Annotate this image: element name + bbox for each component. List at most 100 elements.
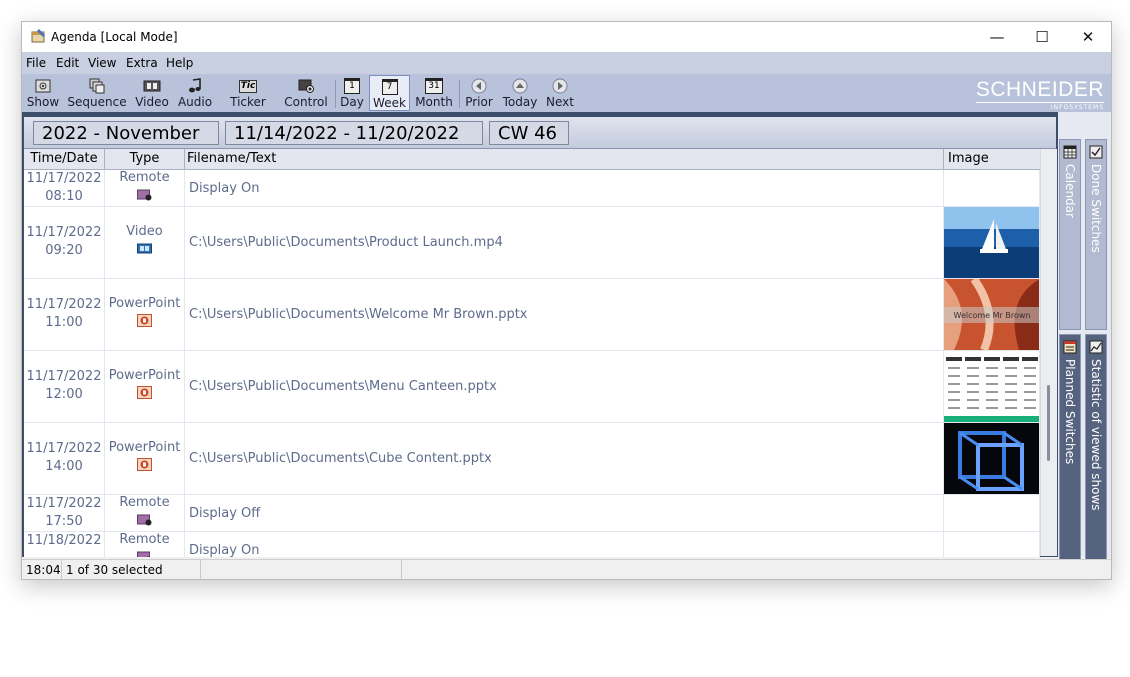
show-button[interactable]: Show	[25, 75, 61, 111]
type-cell: Video	[105, 207, 185, 278]
type-cell: PowerPoint	[105, 351, 185, 422]
column-image[interactable]: Image	[944, 149, 1040, 169]
sequence-button[interactable]: Sequence	[66, 75, 128, 111]
week-label: Week	[373, 96, 406, 110]
type-cell: Remote	[105, 170, 185, 206]
ticker-icon-text: Tic	[238, 79, 258, 93]
row-type-label: Remote	[119, 495, 170, 510]
period-bar: 2022 - November 11/14/2022 - 11/20/2022 …	[24, 117, 1056, 149]
image-cell	[944, 351, 1040, 422]
tab-done-switches[interactable]: Done Switches	[1085, 139, 1107, 330]
sailboat-thumbnail	[944, 207, 1039, 278]
remote-control-icon	[297, 78, 315, 94]
ticker-button[interactable]: Tic Ticker	[227, 75, 269, 111]
row-filename: C:\Users\Public\Documents\Menu Canteen.p…	[189, 379, 497, 394]
row-date: 11/17/2022	[26, 496, 102, 511]
filename-cell: C:\Users\Public\Documents\Welcome Mr Bro…	[185, 279, 944, 350]
next-button[interactable]: Next	[545, 75, 575, 111]
row-type-label: Video	[126, 224, 163, 239]
filename-cell: C:\Users\Public\Documents\Menu Canteen.p…	[185, 351, 944, 422]
maximize-button[interactable]: ☐	[1019, 22, 1065, 52]
ticker-icon: Tic	[238, 78, 258, 94]
row-filename: C:\Users\Public\Documents\Product Launch…	[189, 235, 503, 250]
calendar-week-period[interactable]: CW 46	[489, 121, 569, 145]
type-cell: Remote	[105, 495, 185, 531]
image-cell	[944, 170, 1040, 206]
prior-button[interactable]: Prior	[463, 75, 495, 111]
close-button[interactable]: ✕	[1065, 22, 1111, 52]
scrollbar-thumb[interactable]	[1047, 385, 1050, 461]
show-label: Show	[26, 95, 60, 109]
table-row[interactable]: 11/17/2022 09:20 Video C:\Users\Public\Docu…	[24, 207, 1040, 279]
time-cell: 11/17/2022 09:20	[24, 207, 105, 278]
agenda-grid: 11/17/2022 08:10 Remote Display On 11/17/202…	[24, 170, 1040, 557]
menu-help[interactable]: Help	[166, 56, 193, 70]
row-time: 12:00	[45, 387, 83, 402]
week-range-period[interactable]: 11/14/2022 - 11/20/2022	[225, 121, 483, 145]
welcome-slide-thumbnail: Welcome Mr Brown	[944, 279, 1039, 350]
filename-cell: Display Off	[185, 495, 944, 531]
table-row[interactable]: 11/17/2022 08:10 Remote Display On	[24, 170, 1040, 207]
title-bar[interactable]: Agenda [Local Mode] — ☐ ✕	[22, 22, 1111, 52]
day-view-button[interactable]: 1 Day	[338, 75, 366, 111]
row-filename: Display On	[189, 180, 260, 196]
row-type-label: Remote	[119, 170, 170, 185]
table-row[interactable]: 11/17/2022 11:00 PowerPoint C:\Users\Public…	[24, 279, 1040, 351]
table-row[interactable]: 11/17/2022 17:50 Remote Display Off	[24, 495, 1040, 532]
status-time: 18:04	[22, 560, 62, 579]
tab-calendar-label: Calendar	[1063, 164, 1077, 218]
day-label: Day	[340, 95, 364, 109]
sequence-icon	[88, 78, 106, 94]
tab-done-switches-label: Done Switches	[1089, 164, 1103, 253]
calendar-week-icon: 7	[381, 79, 399, 95]
tab-planned-switches[interactable]: Planned Switches	[1059, 334, 1081, 579]
grid-header: Time/Date Type Filename/Text Image	[24, 149, 1040, 170]
menu-view[interactable]: View	[88, 56, 116, 70]
menu-bar: File Edit View Extra Help	[22, 52, 1111, 74]
tab-statistic-label: Statistic of viewed shows	[1089, 359, 1103, 511]
today-button[interactable]: Today	[501, 75, 539, 111]
audio-button[interactable]: Audio	[177, 75, 213, 111]
table-row[interactable]: 11/18/2022 Remote Display On	[24, 532, 1040, 557]
sequence-label: Sequence	[67, 95, 127, 109]
control-button[interactable]: Control	[283, 75, 329, 111]
column-filename[interactable]: Filename/Text	[185, 149, 944, 169]
day-icon-number: 1	[344, 78, 360, 94]
column-type[interactable]: Type	[105, 149, 185, 169]
tab-calendar[interactable]: Calendar	[1059, 139, 1081, 330]
show-icon	[34, 78, 52, 94]
menu-file[interactable]: File	[26, 56, 46, 70]
menu-extra[interactable]: Extra	[126, 56, 158, 70]
toolbar: Show Sequence Video Audio Tic Ticker Con…	[22, 74, 1111, 112]
month-view-button[interactable]: 31 Month	[414, 75, 454, 111]
brand-sub: INFOSYSTEMS	[975, 102, 1104, 111]
table-row[interactable]: 11/17/2022 14:00 PowerPoint C:\Users\Public…	[24, 423, 1040, 495]
music-note-icon	[186, 78, 204, 94]
vertical-scrollbar[interactable]	[1040, 149, 1057, 556]
control-label: Control	[284, 95, 328, 109]
cube-thumbnail	[944, 423, 1039, 494]
tab-planned-switches-label: Planned Switches	[1063, 359, 1077, 465]
agenda-app-icon	[31, 29, 45, 43]
arrow-left-icon	[470, 78, 488, 94]
video-button[interactable]: Video	[134, 75, 170, 111]
toolbar-separator	[459, 80, 460, 108]
powerpoint-icon	[137, 386, 152, 399]
row-date: 11/18/2022	[26, 533, 102, 548]
remote-icon	[137, 514, 152, 526]
week-view-button[interactable]: 7 Week	[369, 75, 410, 111]
type-cell: PowerPoint	[105, 423, 185, 494]
image-cell	[944, 423, 1040, 494]
filename-cell: Display On	[185, 170, 944, 206]
film-icon	[143, 78, 161, 94]
minimize-button[interactable]: —	[974, 22, 1020, 52]
remote-icon	[137, 189, 152, 201]
menu-edit[interactable]: Edit	[56, 56, 79, 70]
tab-statistic-viewed-shows[interactable]: Statistic of viewed shows	[1085, 334, 1107, 579]
table-row[interactable]: 11/17/2022 12:00 PowerPoint C:\Users\Public…	[24, 351, 1040, 423]
month-period[interactable]: 2022 - November	[33, 121, 219, 145]
agenda-window: Agenda [Local Mode] — ☐ ✕ File Edit View…	[21, 21, 1112, 580]
type-cell: PowerPoint	[105, 279, 185, 350]
column-time[interactable]: Time/Date	[24, 149, 105, 169]
arrow-right-icon	[551, 78, 569, 94]
